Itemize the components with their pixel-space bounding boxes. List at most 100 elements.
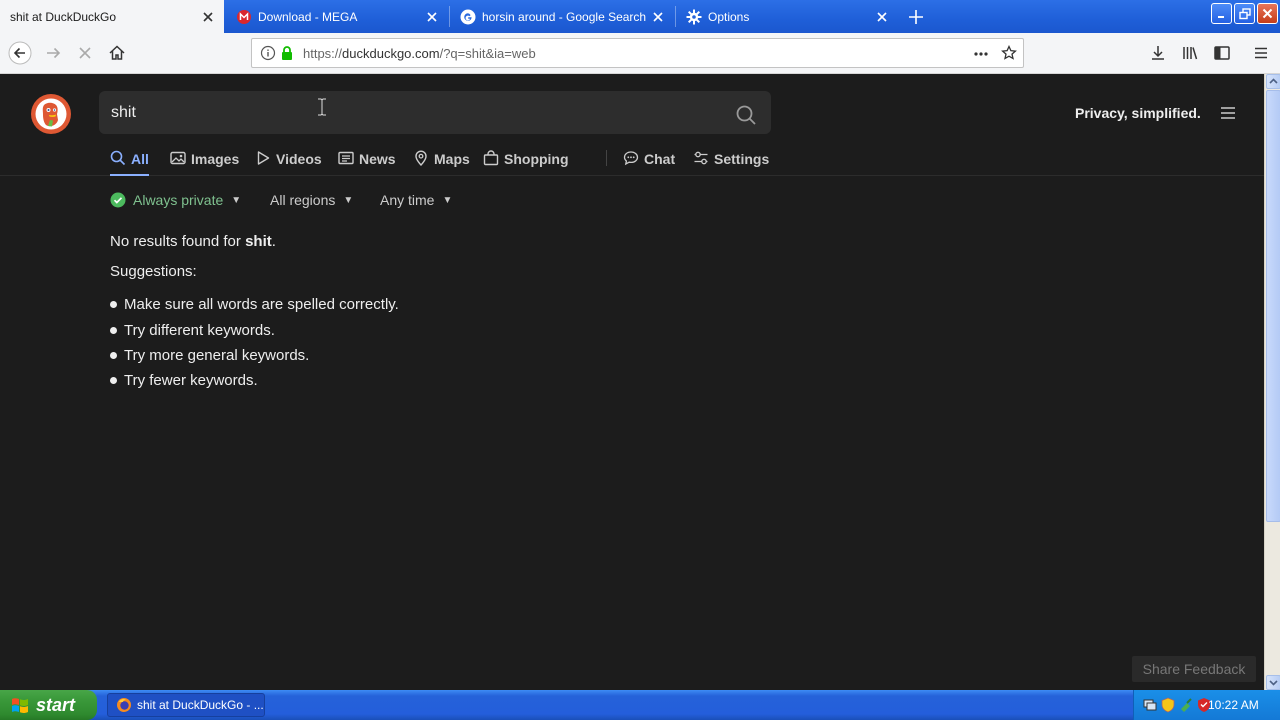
bullet [110,301,117,308]
tab-chat[interactable]: Chat [623,146,675,176]
suggestion-text: Try more general keywords. [124,347,310,364]
tab-close-icon[interactable] [872,7,892,27]
scroll-up-button[interactable] [1266,74,1280,89]
no-results-message: No results found for shit. [110,233,276,250]
restore-icon [1238,7,1251,19]
scroll-down-button[interactable] [1266,675,1280,690]
chevron-down-icon: ▼ [343,194,354,206]
tab-shopping[interactable]: Shopping [483,146,569,176]
network-tray-icon[interactable] [1142,697,1158,713]
download-icon [1152,46,1164,60]
bullet [110,352,117,359]
shopping-bag-icon [483,150,499,166]
suggestion-text: Try fewer keywords. [124,372,258,389]
close-window-button[interactable] [1257,3,1278,24]
region-filter[interactable]: All regions ▼ [270,192,353,208]
hamburger-icon[interactable] [1218,103,1238,123]
time-filter[interactable]: Any time ▼ [380,192,452,208]
home-button[interactable] [105,41,129,65]
info-icon[interactable] [260,45,276,61]
safely-remove-icon[interactable] [1178,697,1194,713]
clock: 10:22 AM [1208,698,1259,712]
bullet [110,377,117,384]
mega-icon [236,9,252,25]
tab-label: All [131,151,149,167]
gear-icon [686,9,702,25]
library-icon [1183,47,1198,60]
suggestion-item: Try fewer keywords. [110,372,258,389]
minimize-icon [1217,15,1224,18]
no-results-suffix: . [271,233,276,250]
lock-icon[interactable] [279,45,295,61]
ddg-page: Privacy, simplified. All Images Videos N… [0,74,1264,690]
suggestion-item: Make sure all words are spelled correctl… [110,296,399,313]
tab-maps[interactable]: Maps [413,146,470,176]
restore-button[interactable] [1234,3,1255,24]
url-prefix: https:// [303,46,343,61]
suggestion-text: Make sure all words are spelled correctl… [124,296,399,313]
tab-mega[interactable]: Download - MEGA [226,0,448,33]
taskbar-item-label: shit at DuckDuckGo - ... [137,698,264,712]
menu-button[interactable] [1249,41,1273,65]
tab-videos[interactable]: Videos [255,146,322,176]
no-results-prefix: No results found for [110,233,246,250]
tab-label: Videos [276,151,322,167]
duckduckgo-logo[interactable] [30,93,72,135]
tab-label: Maps [434,151,470,167]
news-icon [338,151,354,165]
page-actions-icon[interactable] [973,46,989,62]
new-tab-button[interactable] [904,5,928,29]
url-bar[interactable]: https://duckduckgo.com/?q=shit&ia=web [251,38,1024,68]
share-feedback-button[interactable]: Share Feedback [1132,656,1256,682]
forward-button[interactable] [41,41,65,65]
minimize-button[interactable] [1211,3,1232,24]
close-icon [1262,8,1273,19]
tab-title: horsin around - Google Search [482,9,647,24]
tab-news[interactable]: News [338,146,396,176]
search-icon[interactable] [735,104,757,126]
no-results-query: shit [245,233,272,250]
windows-logo-icon [12,698,28,714]
tab-google-search[interactable]: horsin around - Google Search [450,0,674,33]
tab-close-icon[interactable] [648,7,668,27]
chevron-down-icon: ▼ [231,194,242,206]
text-cursor-icon [318,98,326,116]
tagline: Privacy, simplified. [1075,105,1201,121]
ddg-header: Privacy, simplified. All Images Videos N… [0,74,1264,176]
plus-icon [909,10,923,24]
map-pin-icon [415,150,427,166]
bookmark-star-icon[interactable] [1001,45,1017,61]
scroll-thumb[interactable] [1266,90,1280,522]
stop-button[interactable] [73,41,97,65]
library-button[interactable] [1178,41,1202,65]
region-filter-label: All regions [270,192,336,208]
suggestions-title: Suggestions: [110,263,197,280]
privacy-filter-label: Always private [133,192,224,208]
tab-images[interactable]: Images [170,146,239,176]
tab-close-icon[interactable] [198,7,218,27]
suggestion-item: Try more general keywords. [110,347,309,364]
security-shield-icon[interactable] [1160,697,1176,713]
url-text[interactable]: https://duckduckgo.com/?q=shit&ia=web [303,46,536,61]
sidebar-icon [1214,46,1230,60]
url-path: /?q=shit&ia=web [439,46,536,61]
sidebar-button[interactable] [1210,41,1234,65]
search-input[interactable] [111,102,711,124]
tab-all[interactable]: All [110,146,149,176]
tab-duckduckgo[interactable]: shit at DuckDuckGo [0,0,224,33]
tab-close-icon[interactable] [422,7,442,27]
start-button[interactable]: start [0,690,97,720]
tab-settings[interactable]: Settings [693,146,769,176]
tab-label: Settings [714,151,770,167]
privacy-filter[interactable]: Always private ▼ [110,192,241,208]
suggestion-text: Try different keywords. [124,322,275,339]
ddg-search-bar [99,91,771,134]
back-arrow-icon [8,41,32,65]
tabs-divider [606,150,607,166]
navigation-toolbar: https://duckduckgo.com/?q=shit&ia=web [0,33,1280,74]
taskbar-item-firefox[interactable]: shit at DuckDuckGo - ... [107,693,265,717]
downloads-button[interactable] [1146,41,1170,65]
tab-options[interactable]: Options [676,0,898,33]
back-button[interactable] [8,41,32,65]
page-scrollbar[interactable] [1264,74,1280,690]
